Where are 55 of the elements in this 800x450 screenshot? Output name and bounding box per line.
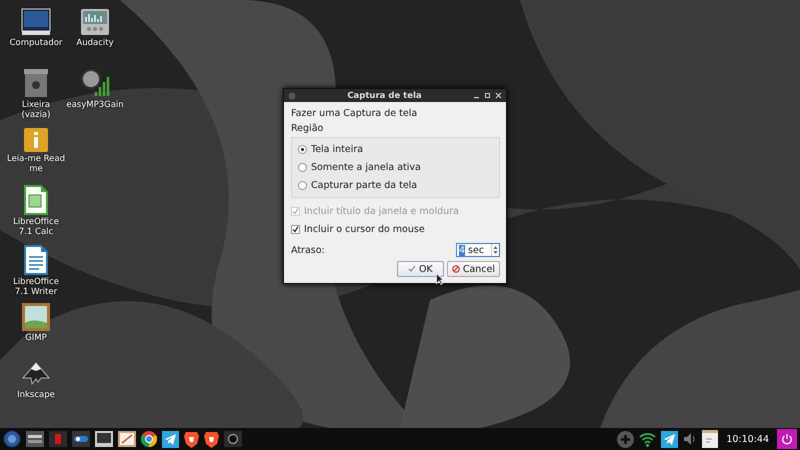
plus-icon[interactable] — [617, 430, 634, 448]
info-icon — [24, 128, 48, 152]
speaker-icon[interactable] — [683, 432, 698, 446]
icon-label[interactable]: Inkscape — [17, 390, 55, 400]
wifi-icon[interactable] — [639, 432, 656, 446]
radio-label[interactable]: Somente a janela ativa — [311, 162, 421, 173]
paper-plane-icon[interactable] — [162, 430, 179, 448]
icon-label[interactable]: LibreOffice 7.1 Calc — [13, 217, 59, 238]
paper-plane-icon[interactable] — [661, 430, 678, 448]
checkbox[interactable] — [291, 225, 300, 234]
icon-label[interactable]: Leia-me Read me — [6, 154, 66, 174]
icon-label[interactable]: easyMP3Gain — [66, 100, 124, 110]
framed-picture-icon — [22, 303, 50, 331]
trash-icon — [23, 68, 49, 98]
icon-label[interactable]: Lixeira (vazia) — [22, 100, 50, 120]
monitor-icon[interactable] — [95, 431, 113, 447]
document-icon — [24, 245, 48, 275]
spin-arrows-icon[interactable] — [491, 244, 499, 256]
icon-label[interactable]: Computador — [10, 38, 62, 48]
close-icon[interactable] — [495, 92, 502, 99]
maximize-icon[interactable] — [484, 92, 491, 99]
app-launcher-icon[interactable] — [49, 431, 67, 447]
group-label: Região — [291, 123, 324, 134]
mountain-icon — [21, 362, 51, 388]
notepad-icon[interactable] — [702, 430, 718, 448]
icon-label[interactable]: LibreOffice 7.1 Writer — [13, 277, 59, 298]
volume-knob-icon — [80, 68, 110, 98]
window-title: Captura de tela — [346, 90, 423, 100]
power-icon — [781, 433, 793, 445]
cancel-button[interactable]: Cancel — [446, 261, 500, 277]
delay-spinbox[interactable]: 4 sec — [456, 243, 500, 257]
ok-button[interactable]: OK — [396, 261, 444, 277]
checkbox-label[interactable]: Incluir o cursor do mouse — [304, 224, 425, 235]
power-button[interactable] — [777, 429, 797, 449]
dialog-heading: Fazer uma Captura de tela — [291, 108, 418, 119]
text-editor-icon[interactable] — [118, 431, 136, 447]
spreadsheet-icon — [24, 185, 48, 215]
drawer-icon[interactable] — [26, 431, 44, 447]
toggle-icon[interactable] — [72, 431, 90, 447]
radio-label[interactable]: Capturar parte da tela — [311, 180, 418, 191]
icon-label[interactable]: Audacity — [76, 38, 114, 48]
cancel-icon — [452, 265, 460, 273]
radio-button[interactable] — [298, 145, 307, 154]
browser-icon[interactable] — [141, 431, 157, 447]
radio-button[interactable] — [298, 181, 307, 190]
clock[interactable]: 10:10:44 — [723, 434, 772, 444]
window-icon — [288, 92, 296, 100]
radio-label[interactable]: Tela inteira — [311, 144, 364, 155]
delay-label: Atraso: — [291, 244, 325, 256]
checkmark-icon — [408, 265, 416, 273]
icon-label[interactable]: GIMP — [25, 333, 47, 344]
audio-player-icon — [80, 8, 110, 36]
monitor-icon — [21, 8, 51, 36]
start-menu-icon[interactable] — [3, 430, 21, 448]
radio-button[interactable] — [298, 163, 307, 172]
